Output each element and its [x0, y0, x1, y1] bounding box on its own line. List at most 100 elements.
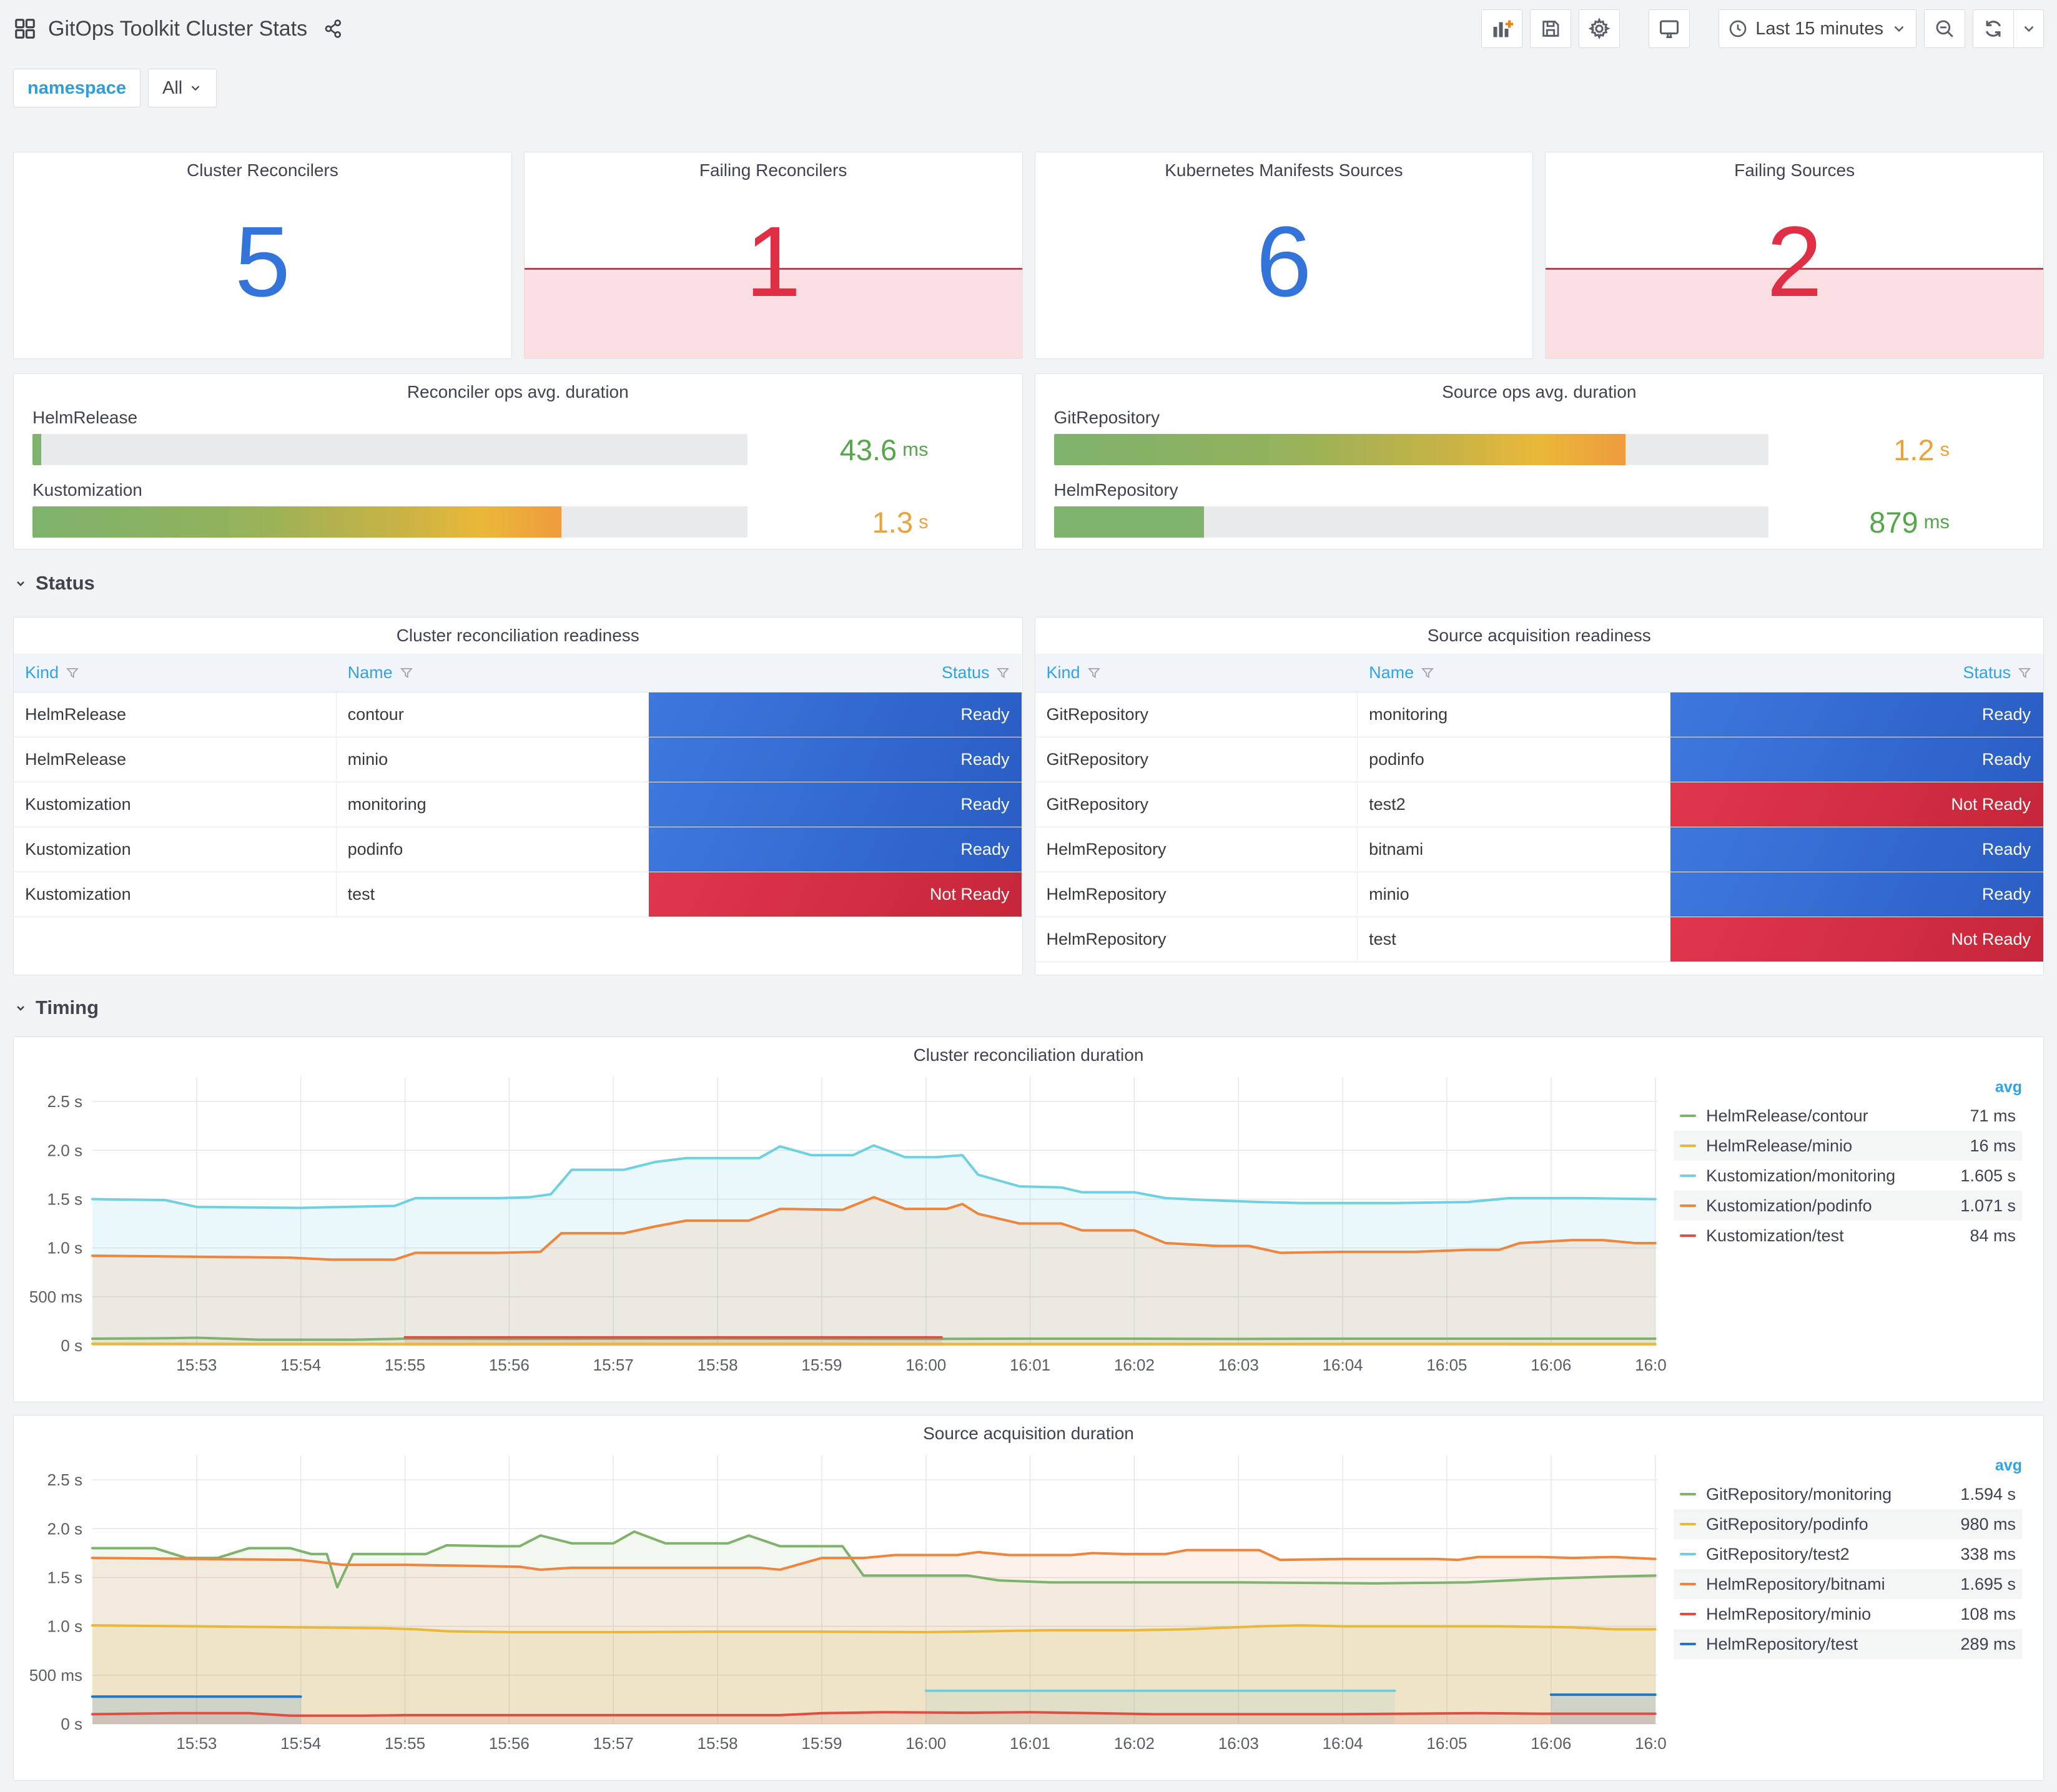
legend-avg-header[interactable]: avg	[1674, 1452, 2022, 1479]
legend-item[interactable]: HelmRelease/contour 71 ms	[1674, 1101, 2022, 1131]
gauge-value: 1.2 s	[1893, 433, 1950, 466]
status-badge: Ready	[1670, 737, 2043, 782]
chart-legend: avg HelmRelease/contour 71 ms HelmReleas…	[1667, 1073, 2038, 1381]
legend-item[interactable]: GitRepository/test2 338 ms	[1674, 1539, 2022, 1569]
chart-legend: avg GitRepository/monitoring 1.594 s Git…	[1667, 1452, 2038, 1760]
legend-item[interactable]: Kustomization/monitoring 1.605 s	[1674, 1161, 2022, 1191]
status-badge: Ready	[1670, 872, 2043, 917]
status-badge: Ready	[649, 782, 1022, 827]
stat-panel-title[interactable]: Failing Reconcilers	[525, 152, 1022, 182]
table-cell: HelmRepository	[1035, 827, 1358, 872]
legend-item[interactable]: GitRepository/monitoring 1.594 s	[1674, 1479, 2022, 1509]
dashboard-settings-button[interactable]	[1579, 9, 1620, 48]
gauge-item-label: HelmRelease	[32, 408, 138, 427]
legend-avg-header[interactable]: avg	[1674, 1073, 2022, 1101]
status-badge: Ready	[649, 827, 1022, 872]
column-header-status[interactable]: Status	[649, 654, 1022, 692]
legend-series-swatch	[1680, 1204, 1696, 1207]
chevron-down-icon	[17, 581, 24, 586]
filter-icon[interactable]	[65, 666, 80, 681]
filter-icon[interactable]	[399, 666, 414, 681]
svg-text:15:53: 15:53	[176, 1734, 217, 1753]
column-header-kind[interactable]: Kind	[1035, 654, 1358, 692]
chevron-down-icon	[191, 86, 200, 91]
refresh-button[interactable]	[1973, 9, 2014, 48]
gauge-body: GitRepository 1.2 s HelmRepository 879 ms	[1035, 404, 2044, 539]
table-panel-title[interactable]: Source acquisition readiness	[1035, 618, 2044, 647]
time-range-picker[interactable]: Last 15 minutes	[1719, 9, 1916, 48]
gauge-body: HelmRelease 43.6 ms Kustomization 1.3 s	[14, 404, 1022, 539]
zoom-out-button[interactable]	[1924, 9, 1965, 48]
gauge-panel-title[interactable]: Reconciler ops avg. duration	[14, 374, 1022, 404]
gauge-item: Kustomization 1.3 s	[32, 480, 1004, 539]
svg-text:16:00: 16:00	[905, 1734, 946, 1753]
filter-icon[interactable]	[1420, 666, 1435, 681]
filter-icon[interactable]	[1087, 666, 1102, 681]
table-cell: bitnami	[1358, 827, 1670, 872]
chart-panel-title[interactable]: Source acquisition duration	[14, 1415, 2043, 1445]
legend-item[interactable]: HelmRepository/bitnami 1.695 s	[1674, 1569, 2022, 1599]
legend-item[interactable]: HelmRepository/test 289 ms	[1674, 1629, 2022, 1659]
refresh-interval-dropdown[interactable]	[2014, 9, 2044, 48]
timeseries-panel-cluster: Cluster reconciliation duration 0 s 500 m…	[13, 1036, 2044, 1402]
column-header-kind[interactable]: Kind	[14, 654, 337, 692]
legend-series-name: HelmRepository/minio	[1706, 1604, 1872, 1623]
status-badge: Ready	[649, 692, 1022, 737]
svg-text:0 s: 0 s	[61, 1715, 82, 1733]
gauge-value: 43.6 ms	[840, 433, 929, 466]
share-icon[interactable]	[323, 19, 343, 39]
stat-panel-title[interactable]: Failing Sources	[1546, 152, 2043, 182]
stat-panel-title[interactable]: Kubernetes Manifests Sources	[1035, 152, 1533, 182]
gauge-track	[32, 434, 747, 465]
gauge-track	[1053, 506, 1768, 538]
table-cell: HelmRepository	[1035, 917, 1358, 962]
table-panel-title[interactable]: Cluster reconciliation readiness	[14, 618, 1022, 647]
status-cell: Ready	[1670, 872, 2043, 917]
svg-text:2.5 s: 2.5 s	[47, 1092, 82, 1111]
column-header-status[interactable]: Status	[1670, 654, 2043, 692]
legend-series-swatch	[1680, 1643, 1696, 1645]
cycle-view-mode-button[interactable]	[1649, 9, 1690, 48]
variable-namespace-value-dropdown[interactable]: All	[148, 69, 217, 107]
legend-item[interactable]: HelmRepository/minio 108 ms	[1674, 1599, 2022, 1629]
svg-text:15:59: 15:59	[801, 1356, 842, 1374]
chart-plot-area[interactable]: 0 s 500 ms 1.0 s 1.5 s 2.0 s 2.5 s 15:53 15:54 1…	[19, 1067, 1675, 1381]
add-panel-button[interactable]	[1481, 9, 1523, 48]
legend-item[interactable]: Kustomization/podinfo 1.071 s	[1674, 1191, 2022, 1221]
gauge-track	[1053, 434, 1768, 465]
chevron-down-icon	[2024, 26, 2033, 32]
stat-panel-title[interactable]: Cluster Reconcilers	[14, 152, 511, 182]
legend-series-avg: 16 ms	[1970, 1136, 2016, 1155]
section-status[interactable]: Status	[13, 572, 95, 594]
variable-namespace-label[interactable]: namespace	[13, 69, 141, 107]
table-cell: GitRepository	[1035, 782, 1358, 827]
stat-panel: Kubernetes Manifests Sources 6	[1034, 152, 1534, 359]
gauge-panel-title[interactable]: Source ops avg. duration	[1035, 374, 2044, 404]
table-cell: test	[1358, 917, 1670, 962]
filter-icon[interactable]	[995, 666, 1010, 681]
table-cell: podinfo	[336, 827, 649, 872]
table-panel: Cluster reconciliation readiness Kind Nam…	[13, 617, 1023, 975]
svg-text:500 ms: 500 ms	[29, 1287, 82, 1306]
section-timing[interactable]: Timing	[13, 997, 99, 1019]
status-cell: Not Ready	[649, 872, 1022, 917]
column-header-name[interactable]: Name	[336, 654, 649, 692]
save-dashboard-button[interactable]	[1530, 9, 1572, 48]
table-grid: Kind Name Status HelmRelease contour Ready Hel…	[14, 654, 1022, 917]
dashboards-grid-icon[interactable]	[13, 17, 37, 41]
legend-item[interactable]: GitRepository/podinfo 980 ms	[1674, 1509, 2022, 1539]
column-header-name[interactable]: Name	[1358, 654, 1670, 692]
chart-plot-area[interactable]: 0 s 500 ms 1.0 s 1.5 s 2.0 s 2.5 s 15:53 15:54 1…	[19, 1445, 1675, 1760]
legend-item[interactable]: HelmRelease/minio 16 ms	[1674, 1131, 2022, 1161]
svg-text:16:04: 16:04	[1323, 1734, 1363, 1753]
svg-text:500 ms: 500 ms	[29, 1666, 82, 1685]
status-badge: Ready	[1670, 827, 2043, 872]
filter-icon[interactable]	[2017, 666, 2032, 681]
stat-value: 5	[234, 205, 290, 317]
chart-panel-title[interactable]: Cluster reconciliation duration	[14, 1037, 2043, 1067]
gauge-value: 879 ms	[1869, 506, 1950, 539]
legend-item[interactable]: Kustomization/test 84 ms	[1674, 1221, 2022, 1251]
gauge-value-number: 1.2	[1893, 433, 1935, 466]
gauge-item-label: GitRepository	[1053, 408, 1160, 427]
gauge-value-unit: s	[1940, 438, 1950, 460]
